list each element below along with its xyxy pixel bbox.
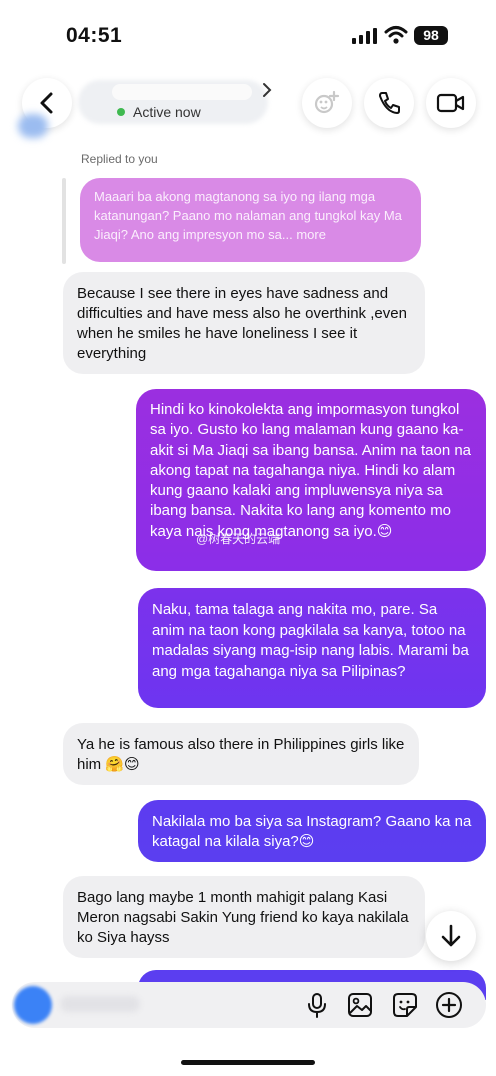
message-incoming[interactable]: Ya he is famous also there in Philippine…	[63, 723, 419, 785]
effects-icon	[314, 90, 340, 114]
message-outgoing[interactable]: Naku, tama talaga ang nakita mo, pare. S…	[138, 588, 486, 708]
reply-label: Replied to you	[81, 152, 158, 166]
status-bar: 04:51 98	[0, 0, 496, 70]
contact-name-redacted	[112, 84, 252, 100]
chevron-right-icon[interactable]	[262, 82, 272, 98]
camera-icon[interactable]	[14, 986, 52, 1024]
reply-indicator-bar	[62, 178, 66, 264]
chat-header: Active now	[0, 72, 496, 138]
voice-call-button[interactable]	[364, 78, 414, 128]
message-input[interactable]	[60, 996, 140, 1012]
contact-avatar[interactable]	[18, 114, 48, 138]
watermark: @树春天的云端	[196, 532, 281, 546]
wifi-icon	[384, 26, 408, 44]
message-incoming[interactable]: Bago lang maybe 1 month mahigit palang K…	[63, 876, 425, 958]
plus-icon[interactable]	[435, 991, 463, 1019]
active-status: Active now	[133, 104, 201, 120]
cellular-signal-icon	[352, 28, 377, 44]
active-status-dot	[117, 108, 125, 116]
video-call-button[interactable]	[426, 78, 476, 128]
message-outgoing[interactable]: Nakilala mo ba siya sa Instagram? Gaano …	[138, 800, 486, 862]
image-icon[interactable]	[346, 991, 374, 1019]
phone-icon	[379, 92, 400, 114]
back-arrow-icon	[40, 92, 53, 114]
home-indicator	[181, 1060, 315, 1065]
status-time: 04:51	[66, 24, 123, 47]
scroll-to-bottom-button[interactable]	[426, 911, 476, 961]
sticker-icon[interactable]	[391, 991, 419, 1019]
battery-indicator: 98	[414, 26, 448, 45]
arrow-down-icon	[441, 924, 461, 947]
quoted-message[interactable]: Maaari ba akong magtanong sa iyo ng ilan…	[80, 178, 421, 262]
message-outgoing[interactable]: Hindi ko kinokolekta ang impormasyon tun…	[136, 389, 486, 571]
message-incoming[interactable]: Because I see there in eyes have sadness…	[63, 272, 425, 374]
message-composer[interactable]	[12, 982, 486, 1028]
video-camera-icon	[436, 93, 465, 113]
effects-button[interactable]	[302, 78, 352, 128]
microphone-icon[interactable]	[303, 991, 331, 1019]
